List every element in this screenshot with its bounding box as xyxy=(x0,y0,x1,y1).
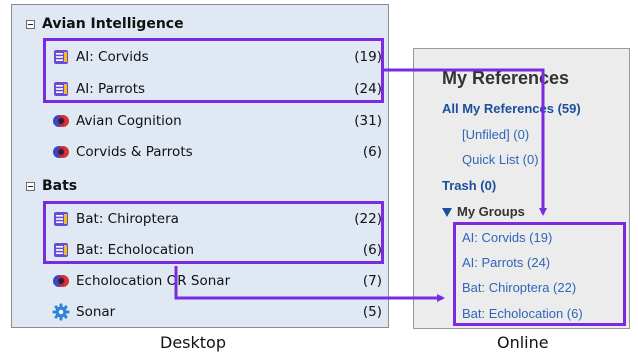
group-count: (5) xyxy=(362,304,382,320)
smart-group-gear-icon xyxy=(52,303,70,321)
all-my-references-link[interactable]: All My References (59) xyxy=(442,101,581,116)
group-label: Echolocation OR Sonar xyxy=(76,273,231,289)
combined-group-icon xyxy=(52,112,70,130)
group-set-title: Bats xyxy=(42,178,78,194)
quick-list-link[interactable]: Quick List (0) xyxy=(462,152,539,167)
group-label: Avian Cognition xyxy=(76,113,182,129)
group-set-avian-intelligence[interactable]: Avian Intelligence xyxy=(26,13,184,35)
highlight-box-bat-groups xyxy=(43,201,384,264)
group-count: (6) xyxy=(362,144,382,160)
trash-link[interactable]: Trash (0) xyxy=(442,178,496,193)
online-caption: Online xyxy=(497,333,549,352)
group-row-corvids-parrots[interactable]: Corvids & Parrots (6) xyxy=(52,140,382,164)
group-set-title: Avian Intelligence xyxy=(42,16,184,32)
online-library-panel: My References All My References (59) [Un… xyxy=(413,48,630,329)
group-row-sonar[interactable]: Sonar (5) xyxy=(52,300,382,324)
group-count: (31) xyxy=(354,113,382,129)
desktop-caption: Desktop xyxy=(160,333,226,352)
expand-triangle-icon xyxy=(442,208,452,217)
group-count: (7) xyxy=(362,273,382,289)
group-label: Sonar xyxy=(76,304,116,320)
group-set-bats[interactable]: Bats xyxy=(26,175,77,197)
group-label: Corvids & Parrots xyxy=(76,144,193,160)
group-row-echolocation-or-sonar[interactable]: Echolocation OR Sonar (7) xyxy=(52,269,382,293)
collapse-icon[interactable] xyxy=(26,181,35,191)
highlight-box-avian-groups xyxy=(43,38,384,103)
unfiled-link[interactable]: [Unfiled] (0) xyxy=(462,127,529,142)
combined-group-icon xyxy=(52,272,70,290)
collapse-icon[interactable] xyxy=(26,19,35,29)
panel-title: My References xyxy=(442,68,570,88)
highlight-box-online-groups xyxy=(453,222,626,326)
my-groups-label: My Groups xyxy=(457,204,525,219)
desktop-group-panel: Avian Intelligence AI: Corvids (19) AI: … xyxy=(11,4,389,328)
group-row-avian-cognition[interactable]: Avian Cognition (31) xyxy=(52,109,382,133)
combined-group-icon xyxy=(52,143,70,161)
my-groups-header[interactable]: My Groups xyxy=(442,204,525,219)
